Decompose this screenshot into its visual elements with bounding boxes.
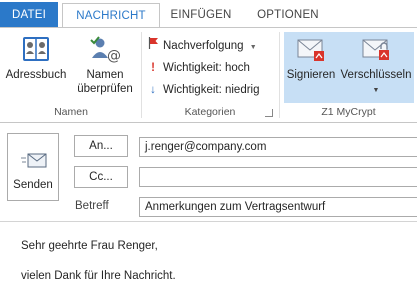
tab-options[interactable]: OPTIONEN — [248, 3, 328, 28]
cc-button[interactable]: Cc... — [74, 166, 128, 188]
to-button[interactable]: An... — [74, 135, 128, 157]
signed-envelope-icon — [293, 34, 329, 64]
subject-label: Betreff — [75, 200, 109, 212]
follow-up-label: Nachverfolgung — [163, 40, 244, 52]
tab-insert[interactable]: EINFÜGEN — [168, 3, 234, 28]
names-group-label: Namen — [54, 106, 88, 118]
address-book-icon — [18, 34, 54, 64]
to-field[interactable]: j.renger@company.com — [139, 137, 417, 157]
arrow-down-icon: ↓ — [150, 84, 156, 96]
address-book-label: Adressbuch — [5, 69, 67, 81]
chevron-down-icon: ▼ — [249, 44, 257, 51]
check-names-button[interactable]: @ Namen überprüfen — [72, 34, 138, 96]
send-button[interactable]: Senden — [7, 133, 59, 201]
exclamation-icon: ! — [151, 62, 155, 74]
importance-high-button[interactable]: ! Wichtigkeit: hoch — [147, 59, 250, 77]
body-divider — [0, 221, 417, 222]
svg-text:@: @ — [107, 48, 121, 64]
importance-low-button[interactable]: ↓ Wichtigkeit: niedrig — [147, 81, 260, 99]
address-book-button[interactable]: Adressbuch — [4, 34, 68, 82]
compose-area: Senden An... j.renger@company.com Cc... … — [0, 124, 417, 297]
crypt-group-label: Z1 MyCrypt — [321, 106, 376, 118]
flag-icon — [147, 37, 159, 55]
importance-low-label: Wichtigkeit: niedrig — [163, 84, 260, 96]
check-names-icon: @ — [87, 34, 123, 64]
dialog-launcher-icon[interactable] — [265, 109, 273, 117]
subject-field[interactable]: Anmerkungen zum Vertragsentwurf — [139, 197, 417, 217]
follow-up-button[interactable]: Nachverfolgung ▼ — [147, 37, 257, 55]
cc-field[interactable] — [139, 167, 417, 187]
importance-high-label: Wichtigkeit: hoch — [163, 62, 250, 74]
categories-group-label: Kategorien — [184, 106, 236, 118]
sign-button[interactable]: Signieren — [284, 34, 338, 82]
encrypt-button[interactable]: Verschlüsseln ▼ — [339, 34, 413, 98]
tab-file[interactable]: DATEI — [0, 2, 58, 28]
encrypted-envelope-icon — [358, 34, 394, 64]
send-envelope-icon — [21, 152, 47, 169]
check-names-label-line1: Namen — [86, 69, 124, 81]
body-greeting[interactable]: Sehr geehrte Frau Renger, — [21, 240, 158, 252]
body-text-line[interactable]: vielen Dank für Ihre Nachricht. — [21, 270, 176, 282]
chevron-down-icon: ▼ — [372, 87, 380, 94]
check-names-label-line2: überprüfen — [77, 83, 133, 95]
tab-message[interactable]: NACHRICHT — [62, 3, 160, 28]
sign-label: Signieren — [286, 69, 336, 81]
ribbon-tab-bar: DATEI NACHRICHT EINFÜGEN OPTIONEN — [0, 0, 417, 28]
ribbon: Adressbuch @ Namen überprüfen Namen Nach… — [0, 27, 417, 123]
send-label: Senden — [13, 179, 53, 191]
encrypt-label: Verschlüsseln — [340, 69, 412, 81]
